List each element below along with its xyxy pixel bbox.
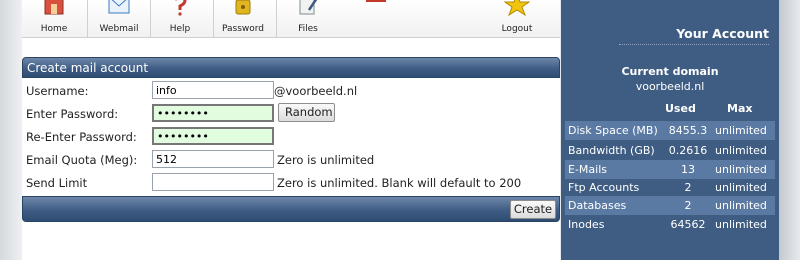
usage-name: Bandwidth (GB) <box>568 144 655 157</box>
username-row: Username: @voorbeeld.nl <box>22 79 560 102</box>
toolbar-divider <box>213 0 214 38</box>
usage-row: Bandwidth (GB) 0.2616 unlimited <box>565 141 775 160</box>
lock-icon <box>235 0 251 15</box>
password-label: Enter Password: <box>26 107 119 121</box>
usage-row: Ftp Accounts 2 unlimited <box>565 178 775 197</box>
usage-used: 8455.3 <box>668 124 708 137</box>
usage-name: E-Mails <box>568 163 607 176</box>
usage-row: Inodes 64562 unlimited <box>565 215 775 234</box>
flag-icon <box>366 0 386 2</box>
usage-used: 0.2616 <box>668 144 708 157</box>
usage-used: 2 <box>684 199 692 212</box>
form-footer: Create <box>22 196 560 222</box>
toolbar-home-label: Home <box>40 24 68 34</box>
random-button[interactable]: Random <box>278 103 335 122</box>
repassword-row: Re-Enter Password: <box>22 125 560 148</box>
usage-max: unlimited <box>715 199 767 212</box>
sidebar-divider <box>619 44 769 45</box>
toolbar-password-label: Password <box>221 24 265 34</box>
toolbar-password[interactable]: Password <box>218 0 268 38</box>
usage-used: 2 <box>684 181 692 194</box>
toolbar-divider <box>87 0 88 38</box>
toolbar-logout-label: Logout <box>501 24 533 34</box>
usage-used: 13 <box>681 163 695 176</box>
current-domain-heading: Current domain <box>621 65 719 78</box>
quota-input[interactable] <box>152 150 274 168</box>
usage-max: unlimited <box>715 218 767 231</box>
toolbar-files[interactable]: Files <box>288 0 328 38</box>
main-content: Home Webmail Help Password Files Logout … <box>22 0 560 260</box>
usage-max: unlimited <box>715 181 767 194</box>
usage-name: Inodes <box>568 218 605 231</box>
right-border <box>779 0 800 260</box>
account-sidebar: Your Account Current domain voorbeeld.nl… <box>561 0 779 260</box>
usage-max: unlimited <box>715 124 767 137</box>
password-row: Enter Password: Random <box>22 102 560 125</box>
toolbar-divider <box>276 0 277 38</box>
star-icon <box>504 0 530 16</box>
toolbar-files-label: Files <box>298 24 318 34</box>
quota-row: Email Quota (Meg): Zero is unlimited <box>22 148 560 171</box>
repassword-input[interactable] <box>152 127 274 145</box>
domain-suffix: @voorbeeld.nl <box>274 84 358 98</box>
sendlimit-input[interactable] <box>152 173 274 191</box>
usage-max: unlimited <box>715 163 767 176</box>
sidebar-title: Your Account <box>676 26 769 41</box>
username-label: Username: <box>26 84 89 98</box>
usage-row: Databases 2 unlimited <box>565 196 775 215</box>
col-max-header: Max <box>727 102 753 115</box>
usage-row: E-Mails 13 unlimited <box>565 160 775 179</box>
create-mail-header: Create mail account <box>22 57 560 78</box>
usage-used: 64562 <box>670 218 706 231</box>
sendlimit-row: Send Limit Zero is unlimited. Blank will… <box>22 171 560 194</box>
files-icon <box>299 0 318 15</box>
usage-name: Disk Space (MB) <box>568 124 658 137</box>
toolbar-help-label: Help <box>169 24 191 34</box>
toolbar: Home Webmail Help Password Files Logout <box>22 0 560 38</box>
webmail-icon <box>108 0 130 14</box>
current-domain: voorbeeld.nl <box>635 80 705 93</box>
home-icon <box>44 0 64 15</box>
sendlimit-note: Zero is unlimited. Blank will default to… <box>277 176 522 190</box>
sendlimit-label: Send Limit <box>26 176 88 190</box>
usage-max: unlimited <box>715 144 767 157</box>
col-used-header: Used <box>665 102 696 115</box>
toolbar-divider <box>150 0 151 38</box>
toolbar-help[interactable]: Help <box>160 0 200 38</box>
help-icon <box>175 0 187 16</box>
usage-name: Ftp Accounts <box>568 181 640 194</box>
repassword-label: Re-Enter Password: <box>26 130 137 144</box>
toolbar-webmail[interactable]: Webmail <box>94 0 144 38</box>
toolbar-logout[interactable]: Logout <box>494 0 540 38</box>
password-input[interactable] <box>152 104 274 122</box>
quota-note: Zero is unlimited <box>277 153 375 167</box>
left-border <box>0 0 22 260</box>
quota-label: Email Quota (Meg): <box>26 153 138 167</box>
toolbar-home[interactable]: Home <box>32 0 76 38</box>
username-input[interactable] <box>152 81 274 99</box>
usage-name: Databases <box>568 199 627 212</box>
toolbar-webmail-label: Webmail <box>99 24 139 34</box>
create-button[interactable]: Create <box>510 200 556 219</box>
usage-row: Disk Space (MB) 8455.3 unlimited <box>565 121 775 140</box>
